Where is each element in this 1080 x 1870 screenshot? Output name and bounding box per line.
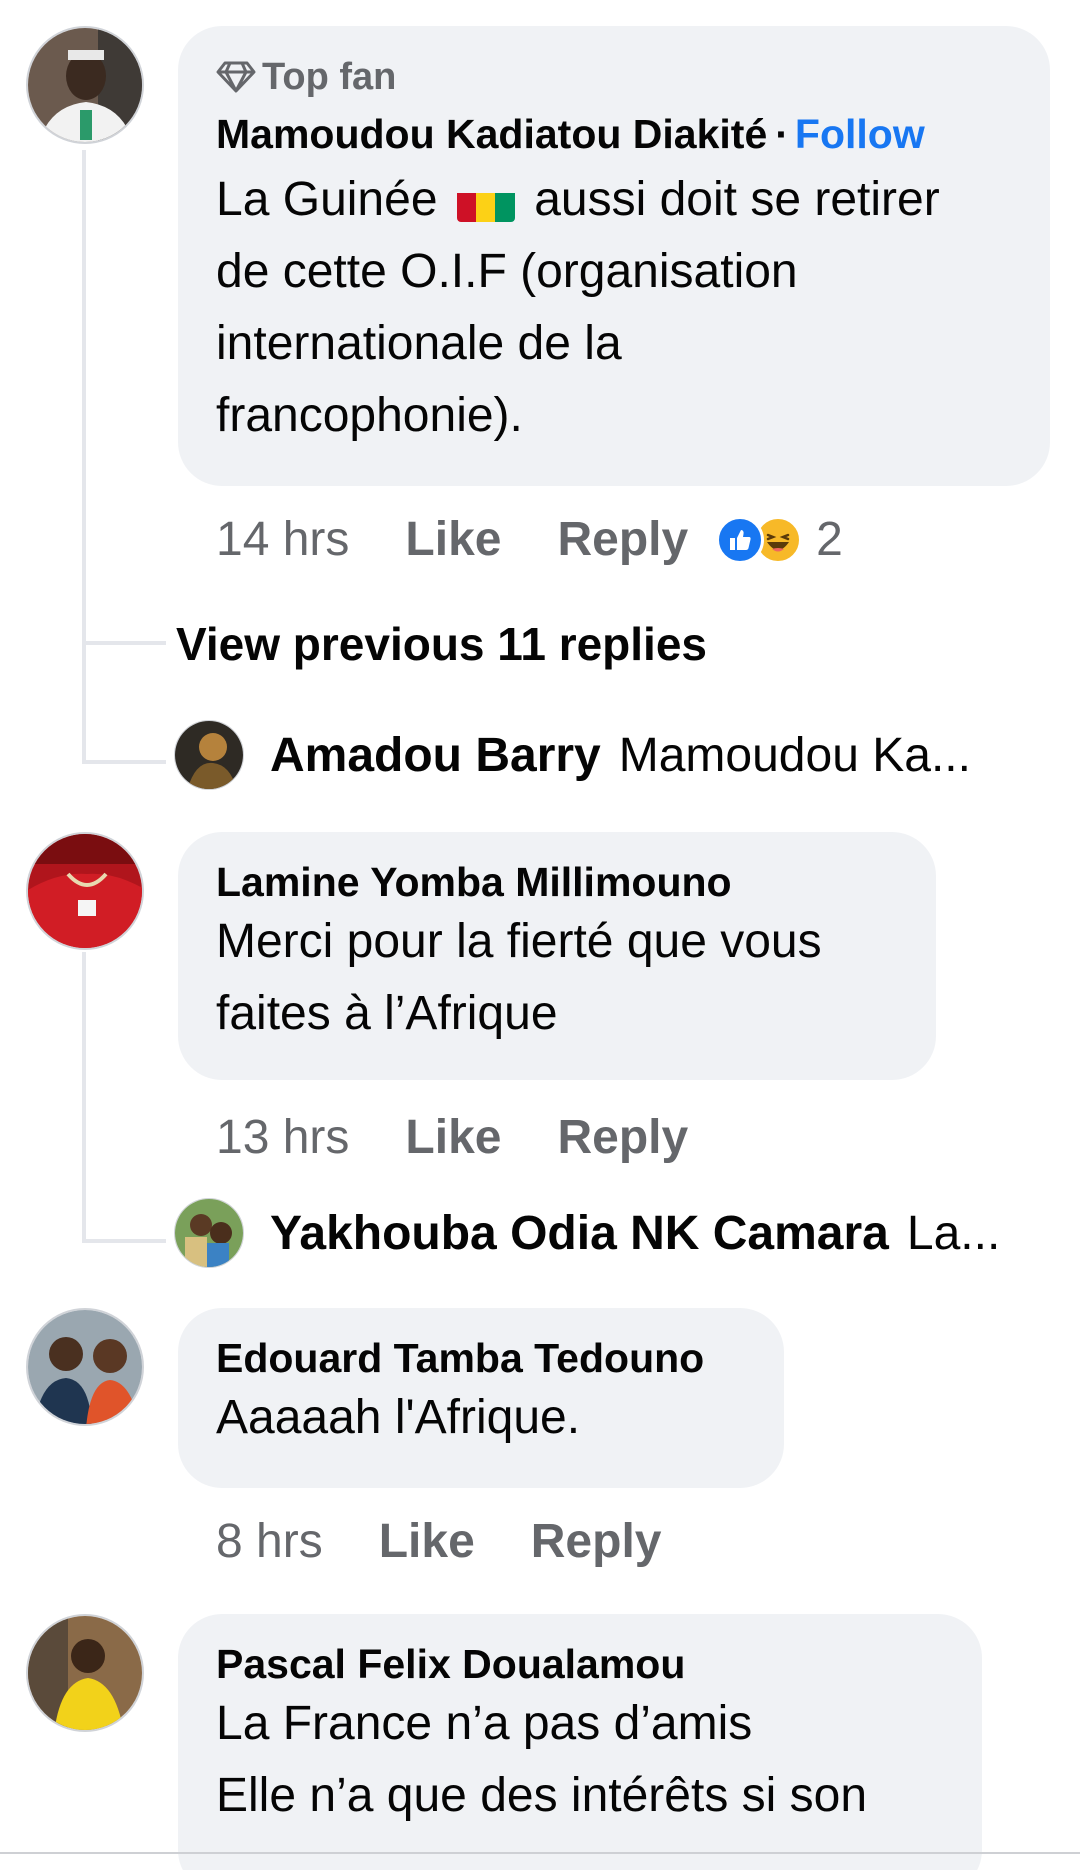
comment-timestamp[interactable]: 14 hrs [216, 512, 349, 567]
comment-text-line: La Guinée aussi doit se retirer [216, 164, 1012, 236]
thread-line-1-branch-a [82, 641, 166, 645]
comment-bubble: Top fan Mamoudou Kadiatou Diakité · Follow… [178, 26, 1050, 486]
comment-author[interactable]: Mamoudou Kadiatou Diakité [216, 111, 767, 157]
comment-text-line: faites à l’Afrique [216, 987, 558, 1040]
comment-text: Merci pour la fierté que vous faites à l… [216, 906, 898, 1050]
avatar-photo-icon [28, 834, 142, 948]
comment-text-line: La France n’a pas d’amis [216, 1697, 753, 1750]
comment-text-line: internationale de la [216, 317, 622, 370]
avatar-photo-icon [175, 721, 243, 789]
reply-snippet: La... [906, 1206, 1001, 1260]
comment-author-row: Mamoudou Kadiatou Diakité · Follow [216, 110, 1012, 158]
reply-author: Yakhouba Odia NK Camara [270, 1206, 889, 1260]
top-fan-label: Top fan [262, 56, 397, 98]
avatar-photo-icon [28, 28, 142, 142]
avatar-photo-icon [175, 1199, 243, 1267]
reply-snippet: Mamoudou Ka... [618, 728, 971, 782]
reaction-count: 2 [816, 513, 843, 566]
like-button[interactable]: Like [379, 1514, 475, 1569]
comment-timestamp[interactable]: 8 hrs [216, 1514, 323, 1569]
reply-author: Amadou Barry [270, 728, 601, 782]
bottom-divider [0, 1852, 1080, 1854]
comment-bubble: Edouard Tamba Tedouno Aaaaah l'Afrique. [178, 1308, 784, 1488]
comment-text-line: Merci pour la fierté que vous [216, 915, 822, 968]
diamond-icon [216, 61, 256, 93]
follow-separator: · [775, 111, 789, 157]
comment-text-line: francophonie). [216, 389, 523, 442]
thread-line-2-branch [82, 1239, 166, 1243]
guinea-flag-icon [456, 182, 515, 223]
comment-bubble: Pascal Felix Doualamou La France n’a pas… [178, 1614, 982, 1870]
thread-line-1-vertical [82, 150, 86, 762]
comment-text: La Guinée aussi doit se retirer de cette… [216, 164, 1012, 452]
top-fan-badge: Top fan [216, 52, 1012, 102]
follow-button[interactable]: Follow [795, 111, 925, 157]
reaction-summary[interactable]: 2 [716, 512, 843, 567]
reply-preview[interactable]: Yakhouba Odia NK Camara La... [174, 1198, 1000, 1268]
comment-author[interactable]: Pascal Felix Doualamou [216, 1640, 944, 1688]
avatar[interactable] [26, 26, 144, 144]
comment-timestamp[interactable]: 13 hrs [216, 1110, 349, 1165]
thread-line-2-vertical [82, 952, 86, 1242]
comment-text: La France n’a pas d’amis Elle n’a que de… [216, 1688, 944, 1832]
comment-actions: 8 hrs Like Reply [216, 1514, 661, 1569]
reply-button[interactable]: Reply [557, 512, 688, 567]
reply-button[interactable]: Reply [531, 1514, 662, 1569]
like-reaction-icon [716, 515, 765, 564]
comment-actions: 14 hrs Like Reply 2 [216, 512, 843, 567]
comment-author[interactable]: Lamine Yomba Millimouno [216, 858, 898, 906]
like-button[interactable]: Like [405, 512, 501, 567]
comment-bubble: Lamine Yomba Millimouno Merci pour la fi… [178, 832, 936, 1080]
comment-text: Aaaaah l'Afrique. [216, 1382, 746, 1454]
avatar-photo-icon [28, 1310, 142, 1424]
avatar[interactable] [26, 1614, 144, 1732]
avatar [174, 1198, 244, 1268]
avatar[interactable] [26, 1308, 144, 1426]
like-button[interactable]: Like [405, 1110, 501, 1165]
avatar [174, 720, 244, 790]
view-previous-replies-link[interactable]: View previous 11 replies [176, 617, 707, 671]
comment-text-line: Aaaaah l'Afrique. [216, 1391, 581, 1444]
comment-actions: 13 hrs Like Reply [216, 1110, 688, 1165]
comment-text-line: de cette O.I.F (organisation [216, 245, 798, 298]
thread-line-1-branch-b [82, 760, 166, 764]
reply-preview[interactable]: Amadou Barry Mamoudou Ka... [174, 720, 971, 790]
comment-text-line: Elle n’a que des intérêts si son [216, 1769, 868, 1822]
comment-author[interactable]: Edouard Tamba Tedouno [216, 1334, 746, 1382]
reply-button[interactable]: Reply [557, 1110, 688, 1165]
avatar[interactable] [26, 832, 144, 950]
avatar-photo-icon [28, 1616, 142, 1730]
